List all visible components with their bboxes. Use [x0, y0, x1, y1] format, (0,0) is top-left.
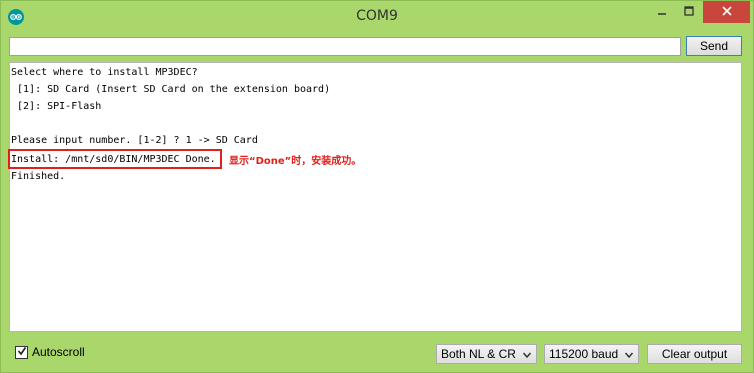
- maximize-button[interactable]: [676, 1, 702, 23]
- baud-rate-select[interactable]: 115200 baud: [544, 344, 639, 364]
- output-line: [1]: SD Card (Insert SD Card on the exte…: [11, 84, 331, 95]
- line-ending-value: Both NL & CR: [441, 347, 516, 361]
- serial-output[interactable]: Select where to install MP3DEC? [1]: SD …: [8, 62, 742, 332]
- line-ending-select[interactable]: Both NL & CR: [436, 344, 537, 364]
- chevron-down-icon: [624, 349, 634, 363]
- send-input[interactable]: [9, 37, 681, 56]
- window-title: COM9: [356, 8, 398, 24]
- baud-rate-value: 115200 baud: [549, 347, 619, 361]
- send-button[interactable]: Send: [686, 36, 742, 56]
- output-line: Select where to install MP3DEC?: [11, 67, 198, 78]
- bottom-bar: Autoscroll Both NL & CR 115200 baud Clea…: [1, 338, 753, 372]
- serial-monitor-window: COM9 Send Select where to install MP3DEC…: [0, 0, 754, 373]
- minimize-icon: [657, 3, 667, 21]
- chevron-down-icon: [522, 349, 532, 363]
- autoscroll-toggle[interactable]: Autoscroll: [15, 345, 85, 359]
- output-line: [2]: SPI-Flash: [11, 101, 102, 112]
- close-icon: [721, 3, 732, 21]
- autoscroll-label: Autoscroll: [32, 345, 85, 359]
- title-bar: COM9: [1, 1, 753, 32]
- output-line: Finished.: [11, 171, 66, 182]
- maximize-icon: [684, 3, 694, 21]
- output-line: Please input number. [1-2] ? 1 -> SD Car…: [11, 135, 258, 146]
- annotation-text: 显示“Done”时，安装成功。: [229, 156, 362, 167]
- minimize-button[interactable]: [648, 1, 675, 23]
- highlight-box: [8, 149, 222, 169]
- clear-output-button[interactable]: Clear output: [647, 344, 742, 364]
- close-button[interactable]: [703, 1, 750, 23]
- checkmark-icon: [17, 343, 27, 361]
- autoscroll-checkbox[interactable]: [15, 343, 28, 361]
